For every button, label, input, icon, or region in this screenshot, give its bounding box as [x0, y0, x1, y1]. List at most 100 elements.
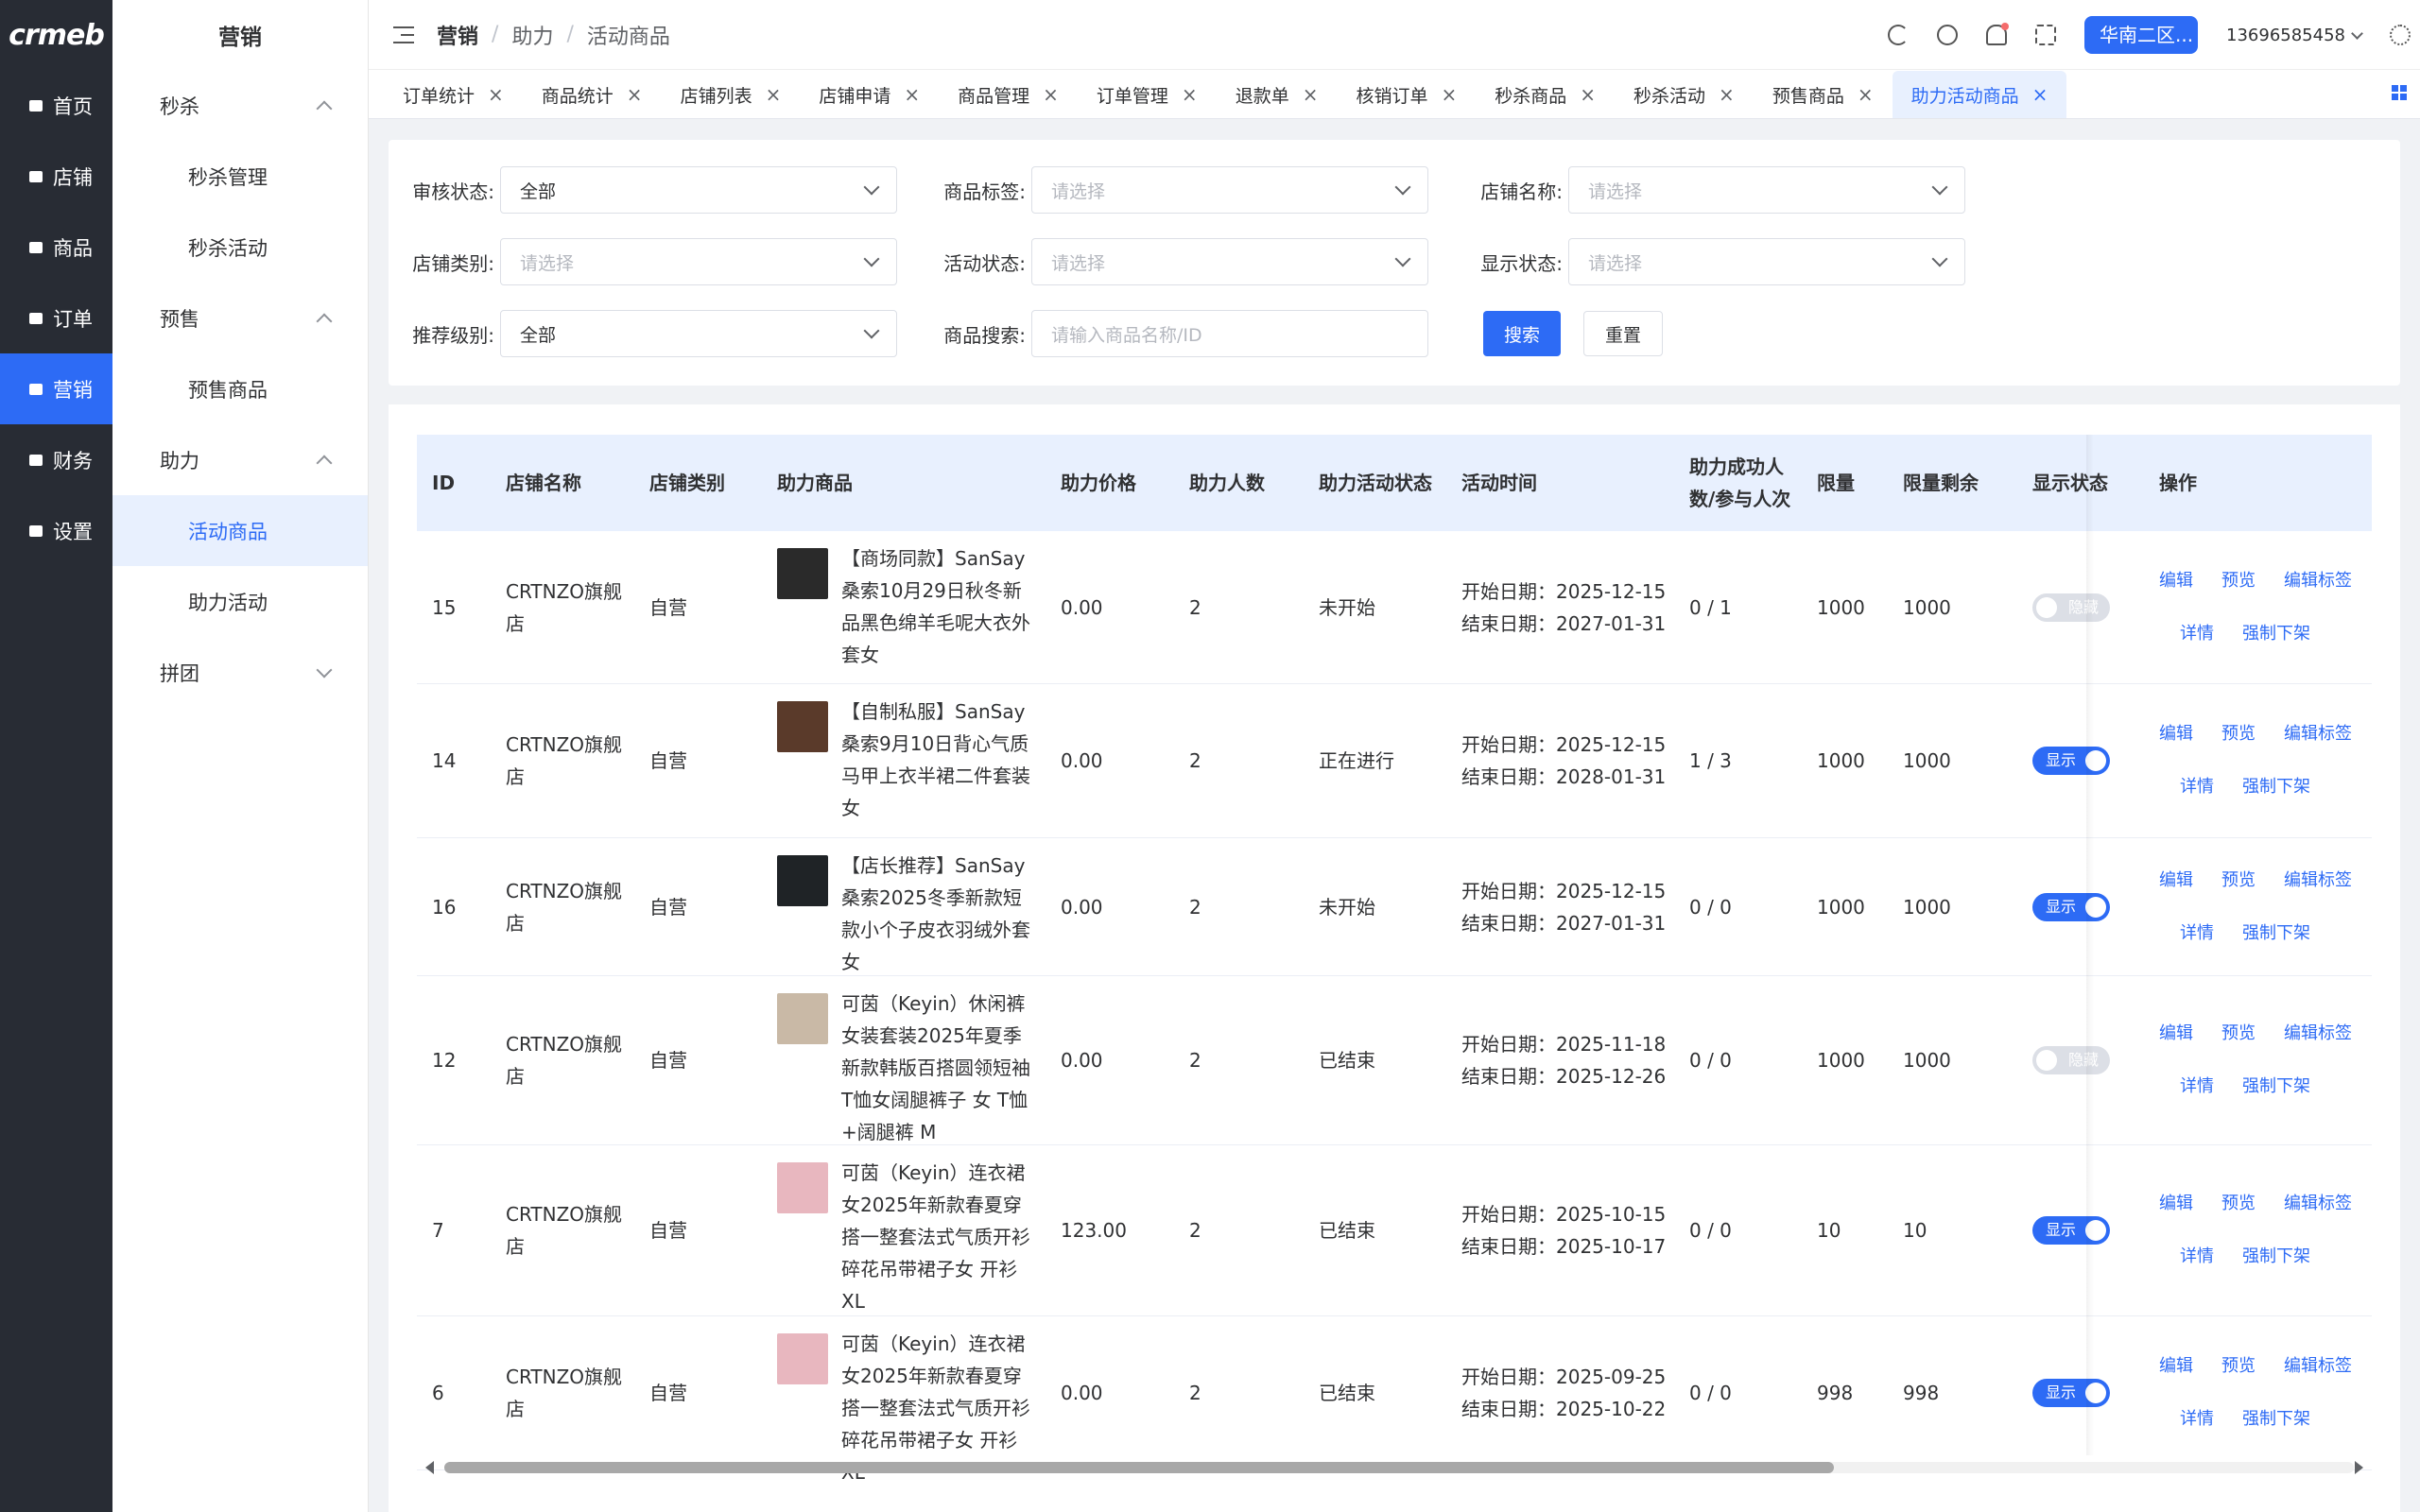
submenu-group[interactable]: 秒杀 — [112, 70, 368, 141]
product-tag-select[interactable]: 请选择 — [1031, 166, 1428, 214]
force-offline-link[interactable]: 强制下架 — [2242, 1071, 2310, 1103]
submenu-item[interactable]: 活动商品 — [112, 495, 368, 566]
product-thumbnail[interactable] — [777, 548, 828, 599]
close-icon[interactable]: × — [904, 83, 920, 106]
submenu-item[interactable]: 秒杀管理 — [112, 141, 368, 212]
submenu-group[interactable]: 预售 — [112, 283, 368, 353]
submenu-group[interactable]: 拼团 — [112, 637, 368, 708]
force-offline-link[interactable]: 强制下架 — [2242, 918, 2310, 950]
close-icon[interactable]: × — [1441, 83, 1457, 106]
rail-item-2[interactable]: 商品 — [0, 212, 112, 283]
tab-item[interactable]: 秒杀商品 × — [1476, 71, 1615, 118]
detail-link[interactable]: 详情 — [2180, 1403, 2214, 1435]
edit-link[interactable]: 编辑 — [2159, 1350, 2193, 1383]
force-offline-link[interactable]: 强制下架 — [2242, 771, 2310, 803]
preview-link[interactable]: 预览 — [2221, 718, 2256, 750]
preview-link[interactable]: 预览 — [2221, 1018, 2256, 1050]
cell-product[interactable]: 可茵（Keyin）连衣裙女2025年新款春夏穿搭一整套法式气质开衫碎花吊带裙子女… — [777, 1145, 1038, 1315]
close-icon[interactable]: × — [1043, 83, 1059, 106]
product-search-input[interactable]: 请输入商品名称/ID — [1031, 310, 1428, 357]
edit-tag-link[interactable]: 编辑标签 — [2284, 1350, 2352, 1383]
preview-link[interactable]: 预览 — [2221, 1350, 2256, 1383]
submenu-item[interactable]: 秒杀活动 — [112, 212, 368, 283]
rail-item-5[interactable]: 财务 — [0, 424, 112, 495]
tab-item[interactable]: 预售商品 × — [1754, 71, 1893, 118]
display-toggle[interactable]: 显示 — [2032, 1216, 2110, 1245]
rail-item-6[interactable]: 设置 — [0, 495, 112, 566]
edit-tag-link[interactable]: 编辑标签 — [2284, 1188, 2352, 1220]
recommend-level-select[interactable]: 全部 — [500, 310, 897, 357]
region-button[interactable]: 华南二区... — [2084, 16, 2199, 54]
search-icon[interactable] — [1937, 25, 1959, 45]
tab-item[interactable]: 订单管理 × — [1078, 71, 1217, 118]
tab-item[interactable]: 商品管理 × — [939, 71, 1078, 118]
display-toggle[interactable]: 隐藏 — [2032, 1046, 2110, 1074]
detail-link[interactable]: 详情 — [2180, 618, 2214, 650]
display-toggle[interactable]: 显示 — [2032, 1379, 2110, 1407]
close-icon[interactable]: × — [2032, 83, 2048, 106]
force-offline-link[interactable]: 强制下架 — [2242, 1403, 2310, 1435]
rail-item-0[interactable]: 首页 — [0, 70, 112, 141]
cell-product[interactable]: 【店长推荐】SanSay桑索2025冬季新款短款小个子皮衣羽绒外套女 — [777, 838, 1038, 975]
store-type-select[interactable]: 请选择 — [500, 238, 897, 285]
preview-link[interactable]: 预览 — [2221, 865, 2256, 897]
product-thumbnail[interactable] — [777, 1333, 828, 1384]
submenu-item[interactable]: 助力活动 — [112, 566, 368, 637]
product-thumbnail[interactable] — [777, 855, 828, 906]
tab-item[interactable]: 秒杀活动 × — [1615, 71, 1754, 118]
close-icon[interactable]: × — [1719, 83, 1735, 106]
force-offline-link[interactable]: 强制下架 — [2242, 1241, 2310, 1273]
cell-product[interactable]: 可茵（Keyin）连衣裙女2025年新款春夏穿搭一整套法式气质开衫碎花吊带裙子女… — [777, 1316, 1038, 1484]
detail-link[interactable]: 详情 — [2180, 1241, 2214, 1273]
scroll-left-icon[interactable] — [425, 1461, 434, 1474]
close-icon[interactable]: × — [1303, 83, 1319, 106]
scrollbar-thumb[interactable] — [444, 1462, 1834, 1473]
refresh-icon[interactable] — [1888, 25, 1910, 45]
display-toggle[interactable]: 隐藏 — [2032, 593, 2110, 622]
cell-product[interactable]: 可茵（Keyin）休闲裤女装套装2025年夏季新款韩版百搭圆领短袖T恤女阔腿裤子… — [777, 976, 1038, 1144]
submenu-group[interactable]: 助力 — [112, 424, 368, 495]
tab-item[interactable]: 核销订单 × — [1337, 71, 1476, 118]
tab-item[interactable]: 店铺申请 × — [800, 71, 939, 118]
breadcrumb-item[interactable]: 营销 — [437, 20, 478, 50]
rail-item-1[interactable]: 店铺 — [0, 141, 112, 212]
user-menu[interactable]: 13696585458 — [2226, 26, 2363, 45]
tab-item[interactable]: 订单统计 × — [384, 71, 523, 118]
edit-tag-link[interactable]: 编辑标签 — [2284, 565, 2352, 597]
gear-icon[interactable] — [2390, 25, 2411, 45]
tab-item[interactable]: 店铺列表 × — [662, 71, 801, 118]
edit-link[interactable]: 编辑 — [2159, 565, 2193, 597]
preview-link[interactable]: 预览 — [2221, 565, 2256, 597]
product-thumbnail[interactable] — [777, 701, 828, 752]
breadcrumb-item[interactable]: 助力 — [511, 20, 553, 50]
force-offline-link[interactable]: 强制下架 — [2242, 618, 2310, 650]
tab-item[interactable]: 商品统计 × — [523, 71, 662, 118]
activity-status-select[interactable]: 请选择 — [1031, 238, 1428, 285]
bell-icon[interactable] — [1986, 23, 2010, 45]
product-thumbnail[interactable] — [777, 993, 828, 1044]
tab-item[interactable]: 助力活动商品 × — [1892, 71, 2067, 118]
tab-item[interactable]: 退款单 × — [1217, 71, 1338, 118]
tabs-grid-icon[interactable] — [2392, 85, 2407, 100]
close-icon[interactable]: × — [627, 83, 643, 106]
display-toggle[interactable]: 显示 — [2032, 892, 2110, 921]
logo[interactable]: crmeb — [0, 0, 112, 70]
horizontal-scrollbar[interactable] — [416, 1455, 2373, 1480]
store-name-select[interactable]: 请选择 — [1568, 166, 1965, 214]
submenu-item[interactable]: 预售商品 — [112, 353, 368, 424]
close-icon[interactable]: × — [1580, 83, 1596, 106]
display-toggle[interactable]: 显示 — [2032, 747, 2110, 775]
edit-link[interactable]: 编辑 — [2159, 718, 2193, 750]
rail-item-4[interactable]: 营销 — [0, 353, 112, 424]
detail-link[interactable]: 详情 — [2180, 918, 2214, 950]
scroll-right-icon[interactable] — [2355, 1461, 2363, 1474]
close-icon[interactable]: × — [1858, 83, 1874, 106]
edit-tag-link[interactable]: 编辑标签 — [2284, 718, 2352, 750]
edit-link[interactable]: 编辑 — [2159, 1018, 2193, 1050]
reset-button[interactable]: 重置 — [1583, 311, 1663, 356]
preview-link[interactable]: 预览 — [2221, 1188, 2256, 1220]
edit-link[interactable]: 编辑 — [2159, 1188, 2193, 1220]
detail-link[interactable]: 详情 — [2180, 771, 2214, 803]
close-icon[interactable]: × — [1182, 83, 1198, 106]
cell-product[interactable]: 【商场同款】SanSay桑索10月29日秋冬新品黑色绵羊毛呢大衣外套女 — [777, 531, 1038, 683]
